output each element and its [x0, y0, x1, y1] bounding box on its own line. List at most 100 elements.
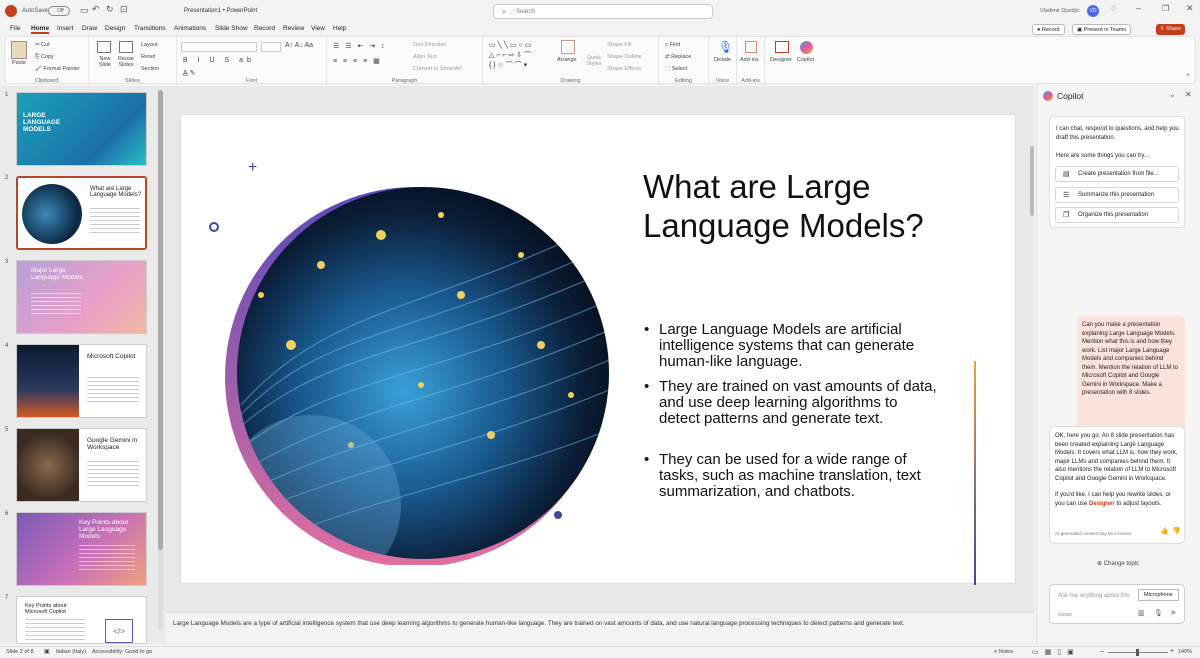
- avatar[interactable]: VD: [1087, 5, 1099, 17]
- thumbnail-3[interactable]: Major Large Language Models: [16, 260, 147, 334]
- tab-view[interactable]: View: [311, 25, 325, 32]
- find-button[interactable]: ⌕ Find: [665, 42, 680, 49]
- paste-button[interactable]: Paste: [12, 60, 26, 66]
- font-size-select[interactable]: [261, 42, 281, 52]
- grow-font-icon[interactable]: A↑ A↓ Aa: [285, 42, 313, 49]
- new-slide-button[interactable]: New Slide: [95, 56, 115, 68]
- tab-home[interactable]: Home: [31, 25, 50, 34]
- slide-bullet-2[interactable]: They are trained on vast amounts of data…: [644, 379, 939, 427]
- thumbnails-scroll-thumb[interactable]: [158, 90, 163, 550]
- slide-thumbnails-pane[interactable]: 1 LARGE LANGUAGE MODELS 2 What are Large…: [0, 86, 166, 644]
- designer-button[interactable]: Designer: [770, 57, 792, 63]
- close-pane-icon[interactable]: ✕: [1185, 90, 1192, 99]
- arrange-button[interactable]: Arrange: [557, 57, 577, 63]
- autosave-toggle[interactable]: Off: [48, 6, 70, 16]
- designer-link[interactable]: Designer: [1089, 501, 1115, 507]
- canvas-scrollbar[interactable]: [1030, 146, 1034, 216]
- font-format-icons[interactable]: B I U S ab: [183, 57, 255, 64]
- align-text-button[interactable]: Align Text: [413, 54, 437, 60]
- thumbnails-scrollbar[interactable]: [158, 90, 163, 630]
- font-family-select[interactable]: [181, 42, 257, 52]
- present-icon[interactable]: ⊡: [120, 4, 128, 15]
- record-button[interactable]: ● Record: [1032, 24, 1065, 35]
- tab-review[interactable]: Review: [283, 25, 304, 32]
- copilot-icon[interactable]: [800, 41, 813, 54]
- tab-record[interactable]: Record: [254, 25, 275, 32]
- tab-file[interactable]: File: [10, 25, 20, 32]
- chevron-down-icon[interactable]: ⌄: [1169, 90, 1176, 99]
- shape-outline-button[interactable]: Shape Outline: [607, 54, 642, 60]
- tab-draw[interactable]: Draw: [82, 25, 97, 32]
- reuse-slides-icon[interactable]: [119, 41, 133, 53]
- change-topic-button[interactable]: ⊕ Change topic: [1097, 560, 1139, 567]
- shape-effects-button[interactable]: Shape Effects: [607, 66, 641, 72]
- text-direction-button[interactable]: Text Direction: [413, 42, 446, 48]
- present-in-teams-button[interactable]: ▣ Present in Teams: [1072, 24, 1132, 35]
- view-buttons[interactable]: ▭▦▯▣: [1032, 648, 1080, 656]
- addins-button[interactable]: Add-ins: [740, 57, 759, 63]
- paste-icon[interactable]: [11, 41, 27, 59]
- tab-transitions[interactable]: Transitions: [134, 25, 166, 32]
- minimize-icon[interactable]: –: [1136, 3, 1141, 13]
- lightbulb-icon[interactable]: ♢: [1110, 4, 1117, 13]
- organize-button[interactable]: ❐ Organize this presentation: [1055, 207, 1179, 223]
- thumbs-up-icon[interactable]: 👍: [1160, 528, 1169, 537]
- tab-animations[interactable]: Animations: [174, 25, 206, 32]
- thumbnail-2[interactable]: What are Large Language Models?: [16, 176, 147, 250]
- addins-icon[interactable]: [745, 41, 757, 53]
- maximize-icon[interactable]: ❐: [1162, 4, 1169, 13]
- notes-pane[interactable]: Large Language Models are a type of arti…: [166, 612, 1034, 644]
- spellcheck-icon[interactable]: ▣: [44, 648, 50, 655]
- reuse-slides-button[interactable]: Reuse Slides: [116, 56, 136, 68]
- cut-button[interactable]: ✂ Cut: [35, 42, 50, 48]
- collapse-ribbon-icon[interactable]: ⌃: [1185, 73, 1191, 81]
- tab-help[interactable]: Help: [333, 25, 346, 32]
- arrange-icon[interactable]: [561, 40, 575, 54]
- new-slide-icon[interactable]: [97, 41, 111, 53]
- copy-button[interactable]: ⎘ Copy: [35, 54, 54, 61]
- undo-icon[interactable]: ↶: [92, 4, 100, 15]
- font-color-icon[interactable]: A̲ ✎: [183, 69, 195, 77]
- thumbnail-5[interactable]: Google Gemini in Workspace: [16, 428, 147, 502]
- shape-fill-button[interactable]: Shape Fill: [607, 42, 631, 48]
- create-from-file-button[interactable]: ▤ Create presentation from file...: [1055, 166, 1179, 182]
- tab-insert[interactable]: Insert: [57, 25, 73, 32]
- quick-styles-button[interactable]: Quick Styles: [583, 55, 605, 67]
- copilot-button[interactable]: Copilot: [797, 57, 814, 63]
- convert-smartart-button[interactable]: Convert to SmartArt: [413, 66, 462, 72]
- dictate-button[interactable]: Dictate: [714, 57, 731, 63]
- designer-icon[interactable]: [775, 41, 789, 53]
- close-icon[interactable]: ✕: [1186, 3, 1194, 14]
- slide-title[interactable]: What are Large Language Models?: [643, 167, 933, 245]
- zoom-in-icon[interactable]: +: [1170, 648, 1174, 655]
- zoom-level[interactable]: 140%: [1178, 649, 1192, 655]
- slide-image[interactable]: [201, 145, 631, 565]
- microphone-icon[interactable]: 🎙: [1154, 609, 1163, 617]
- tab-design[interactable]: Design: [105, 25, 125, 32]
- select-button[interactable]: ⬚ Select: [665, 66, 687, 72]
- list-icons[interactable]: ☰ ☰ ⇤ ⇥ ↕: [333, 42, 387, 50]
- reset-button[interactable]: Reset: [141, 54, 155, 60]
- shapes-gallery[interactable]: ▭ ╲ ╲ ▭ ○ ▭ △ ⌐ ⌐ ⇨ ⇩ ⌒{ } ☆ ⌒ ⌒ ▾: [489, 41, 551, 73]
- thumbnail-1[interactable]: LARGE LANGUAGE MODELS: [16, 92, 147, 166]
- search-box[interactable]: ⌕ Search: [493, 4, 713, 19]
- thumbs-down-icon[interactable]: 👎: [1172, 528, 1181, 537]
- replace-button[interactable]: ⇄ Replace: [665, 54, 691, 60]
- redo-icon[interactable]: ↻: [106, 4, 114, 15]
- copilot-scrollbar[interactable]: [1194, 92, 1198, 612]
- thumbnail-7[interactable]: Key Points about Microsoft Copilot </>: [16, 596, 147, 644]
- language-indicator[interactable]: Italian (Italy): [56, 649, 86, 655]
- save-icon[interactable]: ▭: [80, 5, 89, 16]
- layout-button[interactable]: Layout: [141, 42, 158, 48]
- notes-text[interactable]: Large Language Models are a type of arti…: [173, 620, 905, 627]
- prompt-guide-icon[interactable]: ▥: [1138, 609, 1145, 617]
- summarize-button[interactable]: ☰ Summarize this presentation: [1055, 187, 1179, 203]
- format-painter-button[interactable]: 🖌 Format Painter: [35, 66, 80, 72]
- notes-button[interactable]: ≡ Notes: [994, 649, 1013, 655]
- slide-bullet-1[interactable]: Large Language Models are artificial int…: [644, 322, 939, 370]
- share-button[interactable]: ⇪ Share: [1156, 24, 1185, 35]
- thumbnail-6[interactable]: Key Points about Large Language Models: [16, 512, 147, 586]
- microphone-icon[interactable]: 🎙: [718, 40, 733, 54]
- slide-bullet-3[interactable]: They can be used for a wide range of tas…: [644, 452, 939, 500]
- zoom-out-icon[interactable]: –: [1100, 648, 1104, 655]
